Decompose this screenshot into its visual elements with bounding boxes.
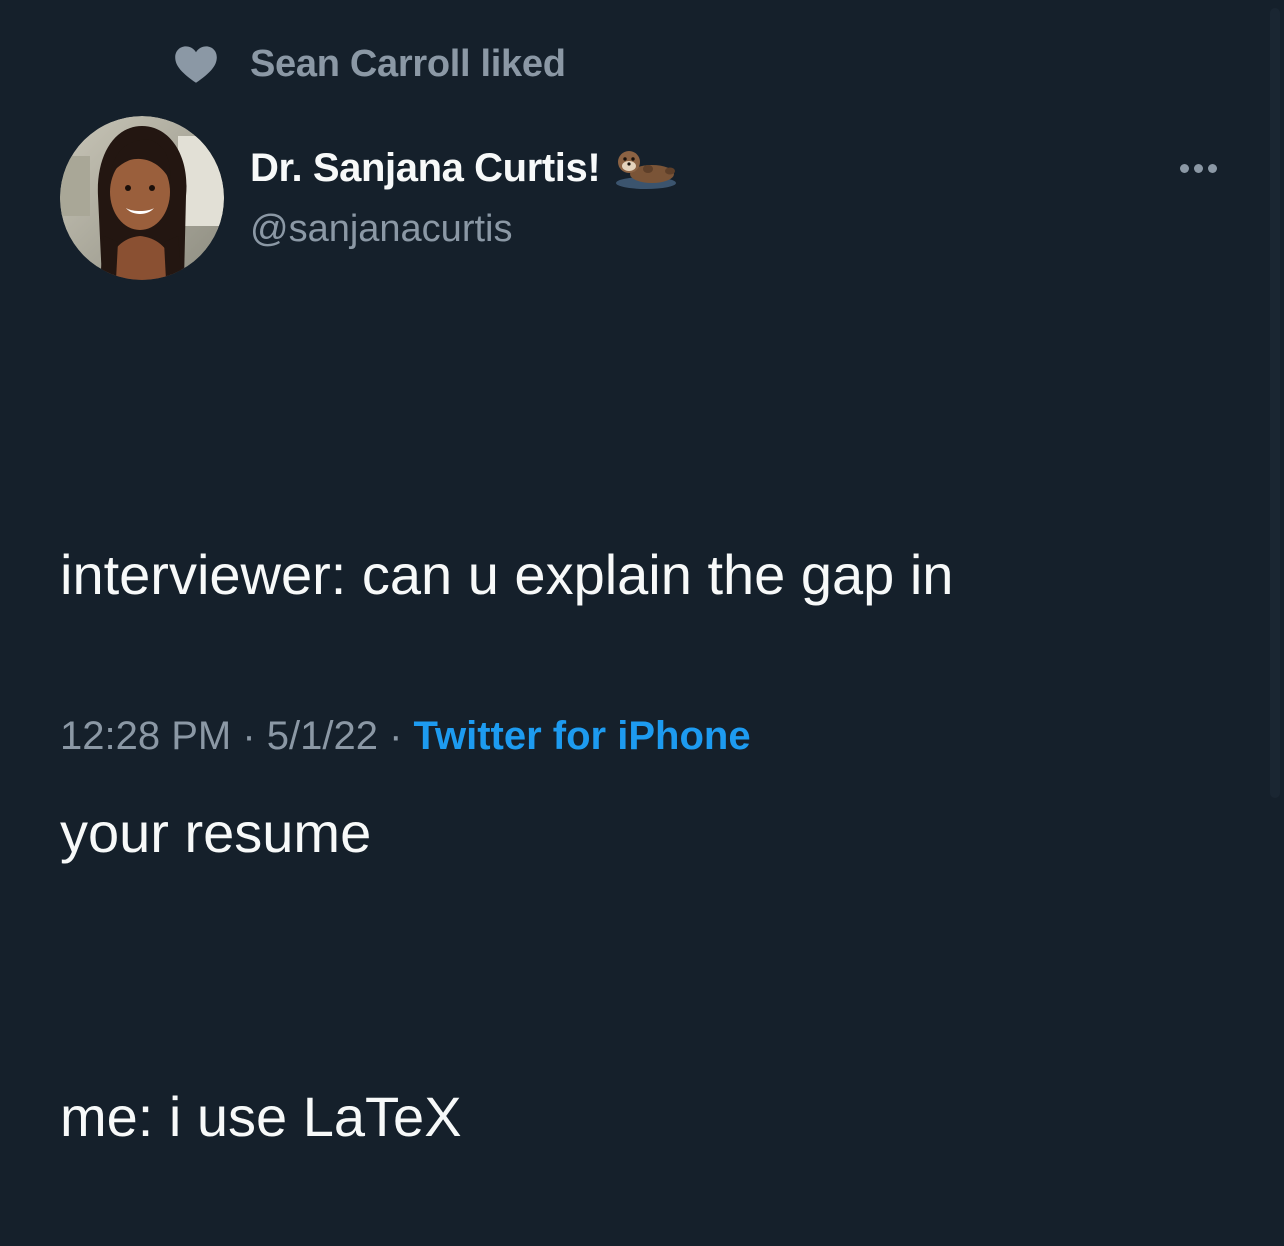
- tweet-line: your resume: [60, 801, 372, 864]
- otter-icon: [616, 150, 677, 189]
- author-handle[interactable]: @sanjanacurtis: [250, 208, 512, 251]
- social-context-text[interactable]: Sean Carroll liked: [250, 43, 566, 86]
- heart-icon: [175, 46, 217, 83]
- tweet-metadata: 12:28 PM · 5/1/22 · Twitter for iPhone: [60, 714, 751, 759]
- avatar[interactable]: [60, 116, 224, 280]
- scrollbar[interactable]: [1270, 8, 1280, 798]
- tweet-line: interviewer: can u explain the gap in: [60, 543, 954, 606]
- more-dot-icon: [1179, 163, 1189, 173]
- tweet-line: me: i use LaTeX: [60, 1085, 462, 1148]
- social-context: Sean Carroll liked: [172, 38, 566, 90]
- separator-dot: ·: [231, 714, 267, 758]
- more-options-button[interactable]: [1160, 146, 1236, 190]
- tweet-source-link[interactable]: Twitter for iPhone: [414, 714, 751, 758]
- tweet-date[interactable]: 5/1/22: [267, 714, 378, 758]
- author-name-row[interactable]: Dr. Sanjana Curtis!: [250, 146, 678, 191]
- separator-dot: ·: [377, 714, 414, 758]
- more-dot-icon: [1193, 163, 1203, 173]
- author-name[interactable]: Dr. Sanjana Curtis!: [250, 146, 601, 191]
- tweet-text: interviewer: can u explain the gap in yo…: [60, 360, 1220, 1246]
- tweet-time[interactable]: 12:28 PM: [60, 714, 231, 758]
- more-dot-icon: [1207, 163, 1217, 173]
